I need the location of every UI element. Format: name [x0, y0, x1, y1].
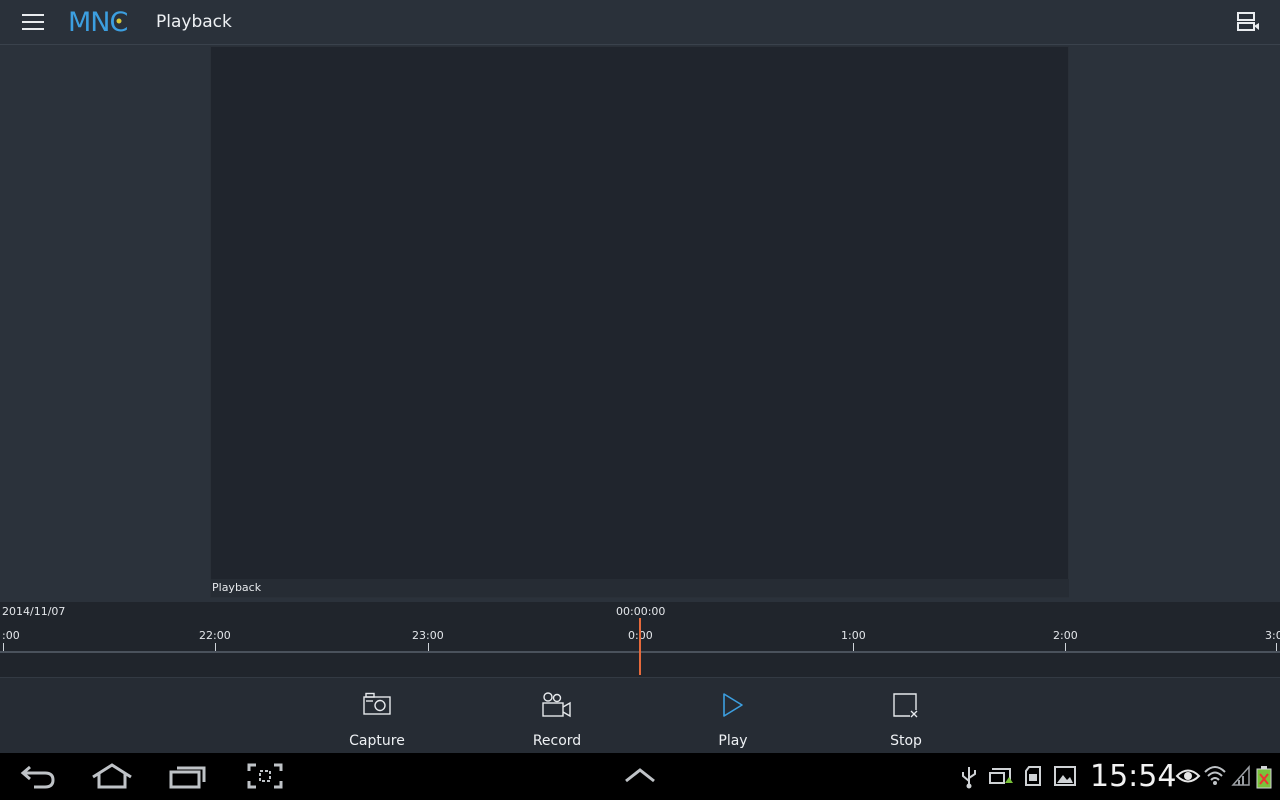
timeline-cursor[interactable] — [639, 618, 641, 675]
timeline-label: :00 — [2, 629, 20, 642]
video-view[interactable]: Playback — [210, 46, 1069, 598]
play-button[interactable]: Play — [673, 678, 793, 754]
timeline-date: 2014/11/07 — [2, 605, 66, 618]
gallery-icon — [1053, 765, 1077, 791]
timeline-cursor-time: 00:00:00 — [616, 605, 666, 618]
hamburger-menu-icon[interactable] — [18, 10, 48, 36]
timeline-tick — [1065, 643, 1066, 651]
timeline-tick — [1276, 643, 1277, 651]
signal-icon — [1231, 765, 1251, 791]
screen-mirror-icon — [988, 765, 1014, 791]
play-icon — [723, 693, 743, 717]
page-title: Playback — [156, 12, 232, 32]
capture-button[interactable]: Capture — [317, 678, 437, 754]
record-button[interactable]: Record — [497, 678, 617, 754]
timeline-label: 2:00 — [1053, 629, 1078, 642]
capture-label: Capture — [349, 733, 405, 749]
timeline-tick — [3, 643, 4, 651]
timeline[interactable]: 2014/11/07 00:00:00 :00 22:00 23:00 0:00… — [0, 602, 1280, 677]
sd-card-icon — [1024, 765, 1042, 791]
timeline-label: 23:00 — [412, 629, 444, 642]
video-camera-icon — [542, 692, 571, 718]
video-stage: Playback — [0, 45, 1280, 602]
video-caption: Playback — [211, 579, 1069, 597]
eye-icon — [1175, 767, 1201, 789]
wifi-icon — [1203, 763, 1227, 791]
timeline-label: 1:00 — [841, 629, 866, 642]
camera-list-icon[interactable] — [1236, 11, 1260, 33]
stop-button[interactable]: Stop — [846, 678, 966, 754]
usb-icon — [960, 765, 978, 793]
chevron-up-icon[interactable] — [624, 767, 656, 787]
action-bar: MNC Playback — [0, 0, 1280, 45]
battery-icon — [1256, 765, 1272, 793]
screenshot-icon[interactable] — [247, 763, 283, 793]
logo-dot-icon — [116, 18, 122, 24]
stop-label: Stop — [890, 733, 922, 749]
recent-apps-icon[interactable] — [169, 763, 207, 793]
back-icon[interactable] — [20, 763, 56, 793]
control-bar: Capture Record Play Stop — [0, 677, 1280, 753]
status-clock: 15:54 — [1090, 759, 1177, 794]
play-label: Play — [718, 733, 748, 749]
timeline-tick — [215, 643, 216, 651]
stop-icon — [893, 693, 918, 718]
timeline-label: 3:0 — [1265, 629, 1280, 642]
home-icon[interactable] — [91, 763, 133, 793]
timeline-tick — [853, 643, 854, 651]
camera-icon — [363, 692, 391, 715]
record-label: Record — [532, 733, 582, 749]
timeline-tick — [428, 643, 429, 651]
timeline-label: 22:00 — [199, 629, 231, 642]
system-bar: 15:54 — [0, 753, 1280, 800]
app-logo: MNC — [68, 6, 128, 38]
